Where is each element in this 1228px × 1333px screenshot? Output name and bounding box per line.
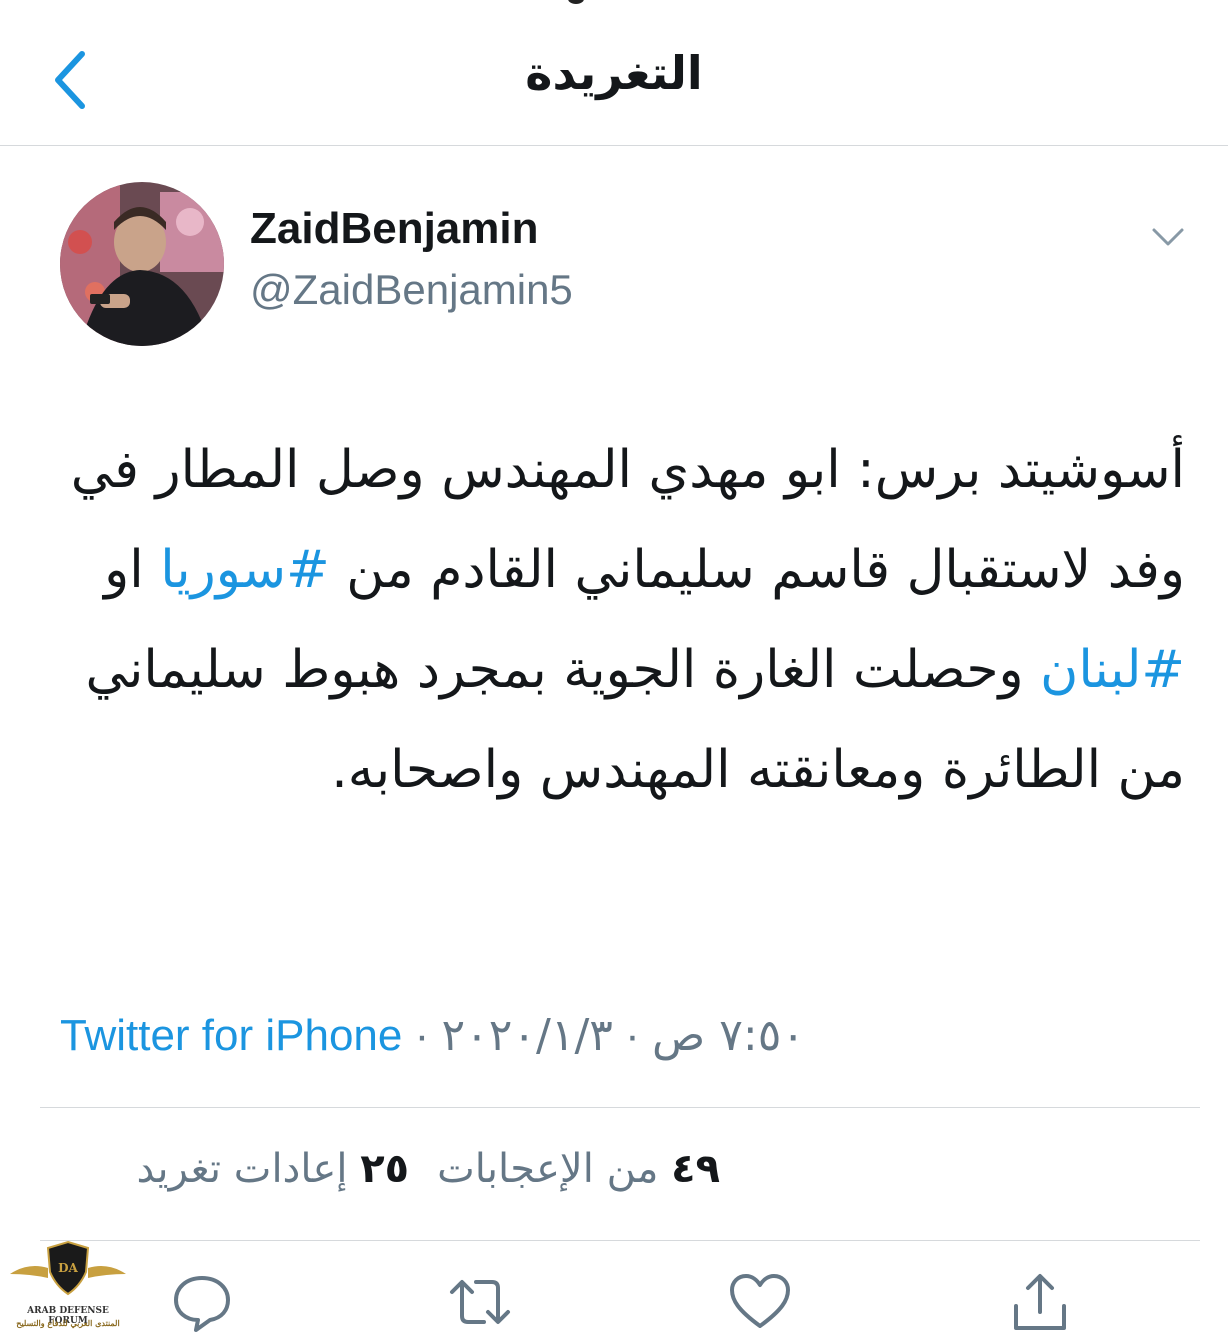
hashtag-link-lebanon[interactable]: #لبنان (1040, 640, 1185, 700)
likes-stat[interactable]: ٤٩ من الإعجابات (437, 1146, 720, 1192)
navigation-header: التغريدة (0, 0, 1228, 146)
meta-separator: · (612, 1011, 653, 1060)
retweets-label: إعادات تغريد (136, 1146, 348, 1192)
source-link[interactable]: Twitter for iPhone (60, 1011, 402, 1060)
watermark-badge: DA (58, 1261, 78, 1275)
retweets-stat[interactable]: ٢٥ إعادات تغريد (136, 1146, 409, 1192)
retweets-count: ٢٥ (360, 1146, 410, 1192)
likes-label: من الإعجابات (437, 1146, 659, 1192)
forum-watermark-logo: DA ARAB DEFENSE FORUM المنتدى العربي للد… (8, 1238, 128, 1333)
user-handle[interactable]: @ZaidBenjamin5 (250, 266, 573, 314)
like-icon[interactable] (728, 1270, 792, 1333)
tweet-time: ٧:٥٠ ص (652, 1010, 805, 1061)
tweet-text-part: وحصلت الغارة الجوية بمجرد هبوط سليماني م… (85, 640, 1186, 800)
hashtag-link-syria[interactable]: #سوريا (160, 540, 329, 600)
chevron-down-icon[interactable] (1148, 222, 1188, 252)
tweet-meta: Twitter for iPhone · ٢٠٢٠/١/٣ · ٧:٥٠ ص (60, 1010, 1160, 1061)
watermark-subtitle: المنتدى العربي للدفاع والتسليح (16, 1318, 120, 1328)
tweet-text-part: او (104, 540, 161, 600)
retweet-icon[interactable] (448, 1270, 512, 1333)
shield-wings-icon: DA (10, 1240, 126, 1296)
meta-separator: · (402, 1011, 442, 1060)
page-title: التغريدة (525, 46, 703, 100)
tweet-stats: ٤٩ من الإعجابات ٢٥ إعادات تغريد (60, 1146, 720, 1192)
divider (40, 1107, 1200, 1108)
display-name[interactable]: ZaidBenjamin (250, 204, 539, 254)
likes-count: ٤٩ (671, 1146, 720, 1192)
tweet-text: أسوشيتد برس: ابو مهدي المهندس وصل المطار… (40, 420, 1185, 820)
tweet-date: ٢٠٢٠/١/٣ (441, 1010, 613, 1061)
reply-icon[interactable] (170, 1270, 234, 1333)
share-icon[interactable] (1008, 1270, 1072, 1333)
avatar[interactable] (60, 182, 224, 346)
divider (40, 1240, 1200, 1241)
